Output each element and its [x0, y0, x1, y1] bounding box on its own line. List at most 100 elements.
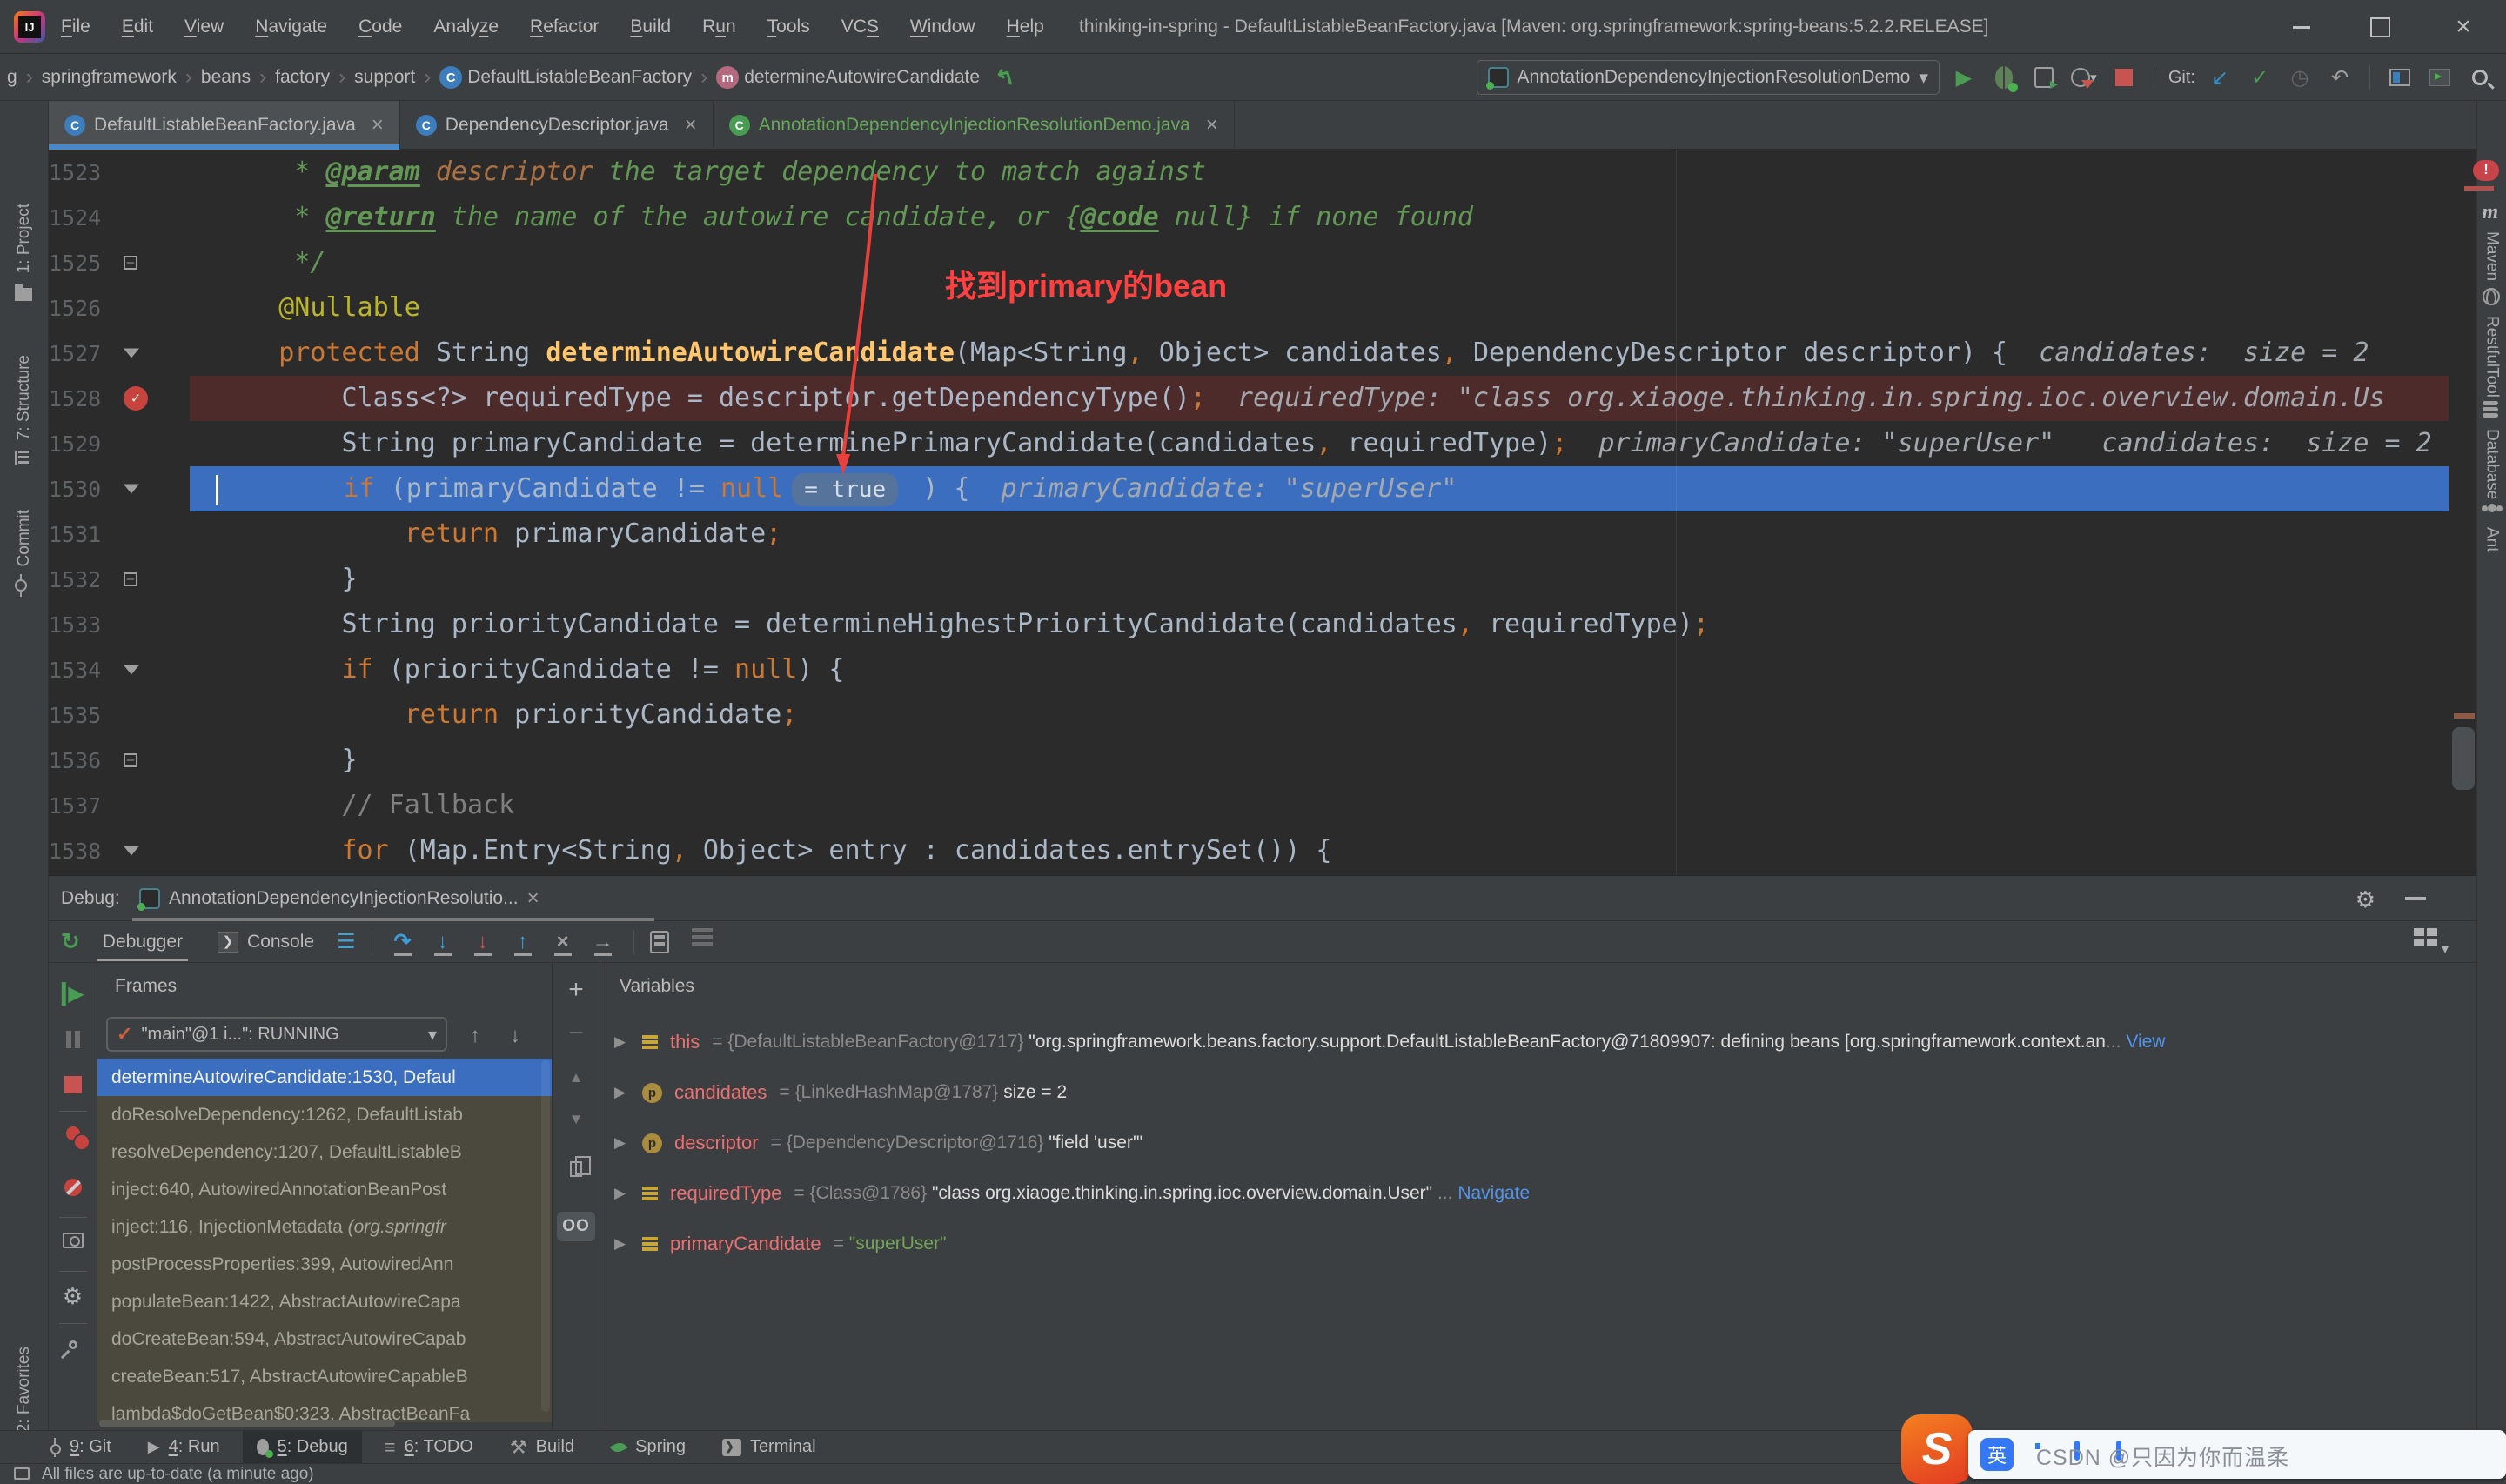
resume-button[interactable]: ▶	[61, 982, 84, 1006]
breadcrumb-item[interactable]: g	[7, 67, 17, 88]
debug-session-tab[interactable]: AnnotationDependencyInjectionResolutio..…	[137, 876, 539, 921]
mute-breakpoints-button[interactable]	[64, 1179, 82, 1196]
tab-debugger[interactable]: Debugger	[90, 921, 195, 963]
frame-row[interactable]: determineAutowireCandidate:1530, Defaul	[97, 1059, 552, 1096]
expand-icon[interactable]: ▶	[614, 1033, 630, 1051]
menu-navigate[interactable]: Navigate	[255, 17, 327, 37]
thread-selector[interactable]: ✓ "main"@1 i...": RUNNING ▾	[106, 1017, 447, 1052]
frame-row[interactable]: inject:640, AutowiredAnnotationBeanPost	[97, 1171, 552, 1208]
move-up-button[interactable]: ▲	[569, 1069, 584, 1086]
add-watch-button[interactable]: +	[568, 975, 584, 1005]
maximize-button[interactable]	[2349, 0, 2410, 54]
menu-vcs[interactable]: VCS	[841, 17, 879, 37]
fold-icon[interactable]	[124, 846, 139, 856]
view-breakpoints-button[interactable]	[65, 1126, 90, 1151]
code-line[interactable]: 1523 * @param descriptor the target depe…	[49, 150, 2449, 195]
close-icon[interactable]: ×	[1206, 113, 1218, 137]
frame-row[interactable]: doResolveDependency:1262, DefaultListab	[97, 1096, 552, 1133]
menu-tools[interactable]: Tools	[767, 17, 810, 37]
tool-stripe-restfultool[interactable]: RestfulTool	[2477, 288, 2506, 398]
code-line[interactable]: 1530 if (primaryCandidate != null = true …	[49, 466, 2449, 511]
menu-window[interactable]: Window	[910, 17, 975, 37]
step-out-button[interactable]: ↑	[508, 927, 538, 957]
menu-build[interactable]: Build	[630, 17, 671, 37]
rollback-button[interactable]: ↶	[2324, 60, 2355, 95]
menu-edit[interactable]: Edit	[122, 17, 153, 37]
menu-file[interactable]: File	[61, 17, 90, 37]
search-everywhere-button[interactable]	[2464, 60, 2496, 95]
stop-button[interactable]	[2108, 60, 2140, 95]
frame-row[interactable]: lambda$doGetBean$0:323, AbstractBeanFa	[97, 1395, 552, 1422]
drop-frame-button[interactable]: ×	[548, 927, 578, 957]
variable-row[interactable]: ▶ primaryCandidate = "superUser"	[600, 1219, 2476, 1269]
fold-end-icon[interactable]: –	[124, 753, 137, 767]
code-line[interactable]: 1537 // Fallback	[49, 783, 2449, 828]
code-line[interactable]: 1535 return priorityCandidate;	[49, 692, 2449, 738]
variable-row[interactable]: ▶ requiredType = {Class@1786} "class org.…	[600, 1168, 2476, 1219]
pause-button[interactable]	[65, 1031, 80, 1048]
project-structure-button[interactable]	[2384, 60, 2416, 95]
tool-stripe--project[interactable]: 1: Project	[0, 204, 48, 302]
run-button[interactable]: ▶	[1948, 60, 1980, 95]
copy-stack-button[interactable]	[570, 1156, 591, 1177]
menu-code[interactable]: Code	[358, 17, 402, 37]
editor-tab[interactable]: C DependencyDescriptor.java ×	[400, 101, 714, 150]
close-icon[interactable]: ×	[527, 886, 539, 911]
breadcrumb-item[interactable]: C DefaultListableBeanFactory	[439, 66, 692, 89]
editor-tab[interactable]: C AnnotationDependencyInjectionResolution…	[714, 101, 1235, 150]
toolwindow-button-terminal[interactable]: ❯ Terminal	[708, 1431, 830, 1464]
pin-tab-button[interactable]	[66, 1338, 79, 1352]
run-anything-button[interactable]	[2424, 60, 2456, 95]
minimize-button[interactable]	[2271, 0, 2332, 54]
layout-settings-icon[interactable]: ☰	[337, 929, 356, 954]
ime-language-toggle[interactable]: 英	[1980, 1438, 2014, 1471]
expand-icon[interactable]: ▶	[614, 1235, 630, 1253]
code-editor[interactable]: 1523 * @param descriptor the target depe…	[49, 150, 2449, 875]
toolwindow-button-run[interactable]: ▶ 4: Run	[134, 1431, 234, 1464]
hide-panel-button[interactable]	[2405, 897, 2426, 900]
step-over-button[interactable]: ↷	[388, 927, 418, 957]
value-link[interactable]: Navigate	[1457, 1183, 1530, 1203]
frames-horizontal-scrollbar[interactable]	[99, 1420, 395, 1427]
toolwindow-button-todo[interactable]: ≡ 6: TODO	[371, 1431, 487, 1464]
code-line[interactable]: 1525 – */	[49, 240, 2449, 285]
expand-icon[interactable]: ▶	[614, 1134, 630, 1152]
toolwindow-button-spring[interactable]: Spring	[597, 1431, 700, 1464]
run-to-cursor-button[interactable]: →	[588, 927, 618, 957]
frame-row[interactable]: resolveDependency:1207, DefaultListableB	[97, 1133, 552, 1171]
editor-tab[interactable]: C DefaultListableBeanFactory.java ×	[49, 101, 400, 150]
thread-dump-button[interactable]	[62, 1233, 84, 1248]
expand-icon[interactable]: ▶	[614, 1185, 630, 1202]
frame-row[interactable]: doCreateBean:594, AbstractAutowireCapab	[97, 1320, 552, 1358]
code-line[interactable]: 1526 @Nullable	[49, 285, 2449, 331]
code-line[interactable]: 1533 String priorityCandidate = determin…	[49, 602, 2449, 647]
fold-end-icon[interactable]: –	[124, 256, 137, 270]
menu-run[interactable]: Run	[702, 17, 736, 37]
fold-end-icon[interactable]: –	[124, 572, 137, 586]
move-down-button[interactable]: ▼	[569, 1111, 584, 1128]
code-line[interactable]: 1538 for (Map.Entry<String, Object> entr…	[49, 828, 2449, 873]
tool-stripe--structure[interactable]: 7: Structure	[0, 355, 48, 468]
previous-frame-button[interactable]: ↑	[470, 1024, 480, 1048]
toolwindow-button-debug[interactable]: 5: Debug	[242, 1430, 362, 1464]
profiler-button[interactable]: ▾	[2068, 60, 2100, 95]
frame-row[interactable]: inject:116, InjectionMetadata (org.sprin…	[97, 1208, 552, 1246]
debugger-settings-button[interactable]: ⚙	[63, 1285, 83, 1308]
tool-stripe-commit[interactable]: Commit	[0, 510, 48, 598]
error-indicator-badge[interactable]: !	[2473, 160, 2499, 181]
code-line[interactable]: 1532 – }	[49, 557, 2449, 602]
code-line[interactable]: 1534 if (priorityCandidate != null) {	[49, 647, 2449, 692]
toolwindow-button-git[interactable]: 9: Git	[35, 1431, 125, 1464]
fold-icon[interactable]	[124, 484, 139, 494]
code-line[interactable]: 1531 return primaryCandidate;	[49, 511, 2449, 557]
update-project-button[interactable]: ↙	[2204, 60, 2235, 95]
menu-refactor[interactable]: Refactor	[530, 17, 599, 37]
variable-row[interactable]: ▶ this = {DefaultListableBeanFactory@1717…	[600, 1017, 2476, 1067]
breadcrumb-item[interactable]: springframework	[42, 67, 177, 88]
breadcrumb-item[interactable]: support	[354, 67, 415, 88]
tool-stripe-maven[interactable]: m Maven	[2477, 202, 2506, 281]
close-icon[interactable]: ×	[372, 113, 384, 137]
force-step-into-button[interactable]: ↓	[468, 927, 498, 957]
fold-icon[interactable]	[124, 665, 139, 675]
tool-stripe-ant[interactable]: Ant	[2477, 499, 2506, 552]
